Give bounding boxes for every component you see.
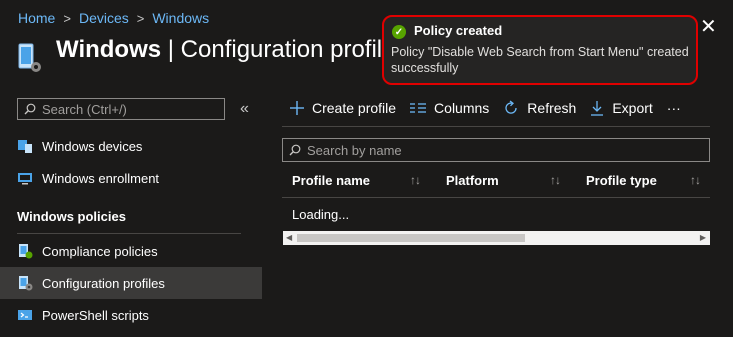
- windows-devices-icon: [17, 138, 33, 154]
- more-options-button[interactable]: ···: [667, 100, 681, 116]
- sidebar-item-powershell-scripts[interactable]: PowerShell scripts: [0, 299, 262, 331]
- divider: [282, 126, 710, 127]
- sidebar-item-label: Windows devices: [42, 138, 143, 154]
- sidebar-item-configuration-profiles[interactable]: Configuration profiles: [0, 267, 262, 299]
- toast-title: Policy created: [414, 23, 503, 38]
- sidebar-item-label: Compliance policies: [42, 243, 158, 259]
- sort-icon[interactable]: ↑↓: [410, 173, 421, 187]
- toast-message: Policy "Disable Web Search from Start Me…: [391, 45, 689, 75]
- plus-icon: [290, 101, 304, 115]
- refresh-label: Refresh: [527, 100, 577, 116]
- breadcrumb-devices[interactable]: Devices: [79, 10, 129, 26]
- search-icon: [24, 103, 36, 115]
- export-button[interactable]: Export: [590, 100, 653, 116]
- chevron-right-icon: >: [136, 10, 145, 26]
- divider: [282, 197, 710, 198]
- enrollment-icon: [17, 170, 33, 186]
- columns-button[interactable]: Columns: [410, 100, 489, 116]
- column-header-profile-type[interactable]: Profile type: [586, 173, 657, 188]
- loading-status: Loading...: [292, 207, 350, 222]
- sidebar-item-compliance-policies[interactable]: Compliance policies: [0, 235, 262, 267]
- create-profile-label: Create profile: [312, 100, 397, 116]
- command-bar: Create profile Columns Refresh Export ··…: [290, 100, 695, 116]
- download-icon: [590, 100, 604, 116]
- more-icon: ···: [666, 100, 681, 116]
- powershell-icon: [17, 307, 33, 323]
- scroll-right-icon[interactable]: ▶: [700, 233, 706, 242]
- section-windows-policies: Windows policies: [17, 209, 126, 224]
- breadcrumb: Home > Devices > Windows: [18, 10, 209, 26]
- sidebar-search-input[interactable]: Search (Ctrl+/): [17, 98, 225, 120]
- configuration-icon: [17, 275, 33, 291]
- close-icon[interactable]: ✕: [700, 17, 717, 37]
- sidebar-item-label: PowerShell scripts: [42, 307, 149, 323]
- name-search-placeholder: Search by name: [307, 142, 402, 158]
- success-check-icon: ✓: [392, 25, 406, 39]
- columns-label: Columns: [434, 100, 490, 116]
- export-label: Export: [612, 100, 653, 116]
- breadcrumb-home[interactable]: Home: [18, 10, 55, 26]
- scrollbar-thumb[interactable]: [297, 234, 525, 242]
- refresh-button[interactable]: Refresh: [503, 100, 576, 116]
- sidebar-item-label: Configuration profiles: [42, 275, 165, 291]
- search-icon: [289, 144, 301, 156]
- refresh-icon: [503, 100, 519, 116]
- column-header-profile-name[interactable]: Profile name: [292, 173, 370, 188]
- breadcrumb-windows[interactable]: Windows: [152, 10, 209, 26]
- collapse-sidebar-icon[interactable]: «: [240, 100, 249, 118]
- divider: [17, 233, 241, 234]
- sidebar-search-placeholder: Search (Ctrl+/): [42, 101, 127, 117]
- page-title: Windows | Configuration profil: [56, 36, 383, 63]
- horizontal-scrollbar[interactable]: ◀ ▶: [283, 231, 710, 245]
- sort-icon[interactable]: ↑↓: [550, 173, 561, 187]
- columns-icon: [410, 102, 427, 114]
- sidebar-item-windows-enrollment[interactable]: Windows enrollment: [0, 162, 262, 194]
- name-search-input[interactable]: Search by name: [282, 138, 710, 162]
- chevron-right-icon: >: [63, 10, 71, 26]
- notification-toast: ✓ Policy created Policy "Disable Web Sea…: [382, 15, 698, 85]
- configuration-profile-icon: [18, 43, 44, 75]
- create-profile-button[interactable]: Create profile: [290, 100, 396, 116]
- sidebar-item-label: Windows enrollment: [42, 170, 160, 186]
- compliance-icon: [17, 243, 33, 259]
- sort-icon[interactable]: ↑↓: [690, 173, 701, 187]
- column-header-platform[interactable]: Platform: [446, 173, 499, 188]
- scroll-left-icon[interactable]: ◀: [286, 233, 292, 242]
- sidebar-item-windows-devices[interactable]: Windows devices: [0, 130, 262, 162]
